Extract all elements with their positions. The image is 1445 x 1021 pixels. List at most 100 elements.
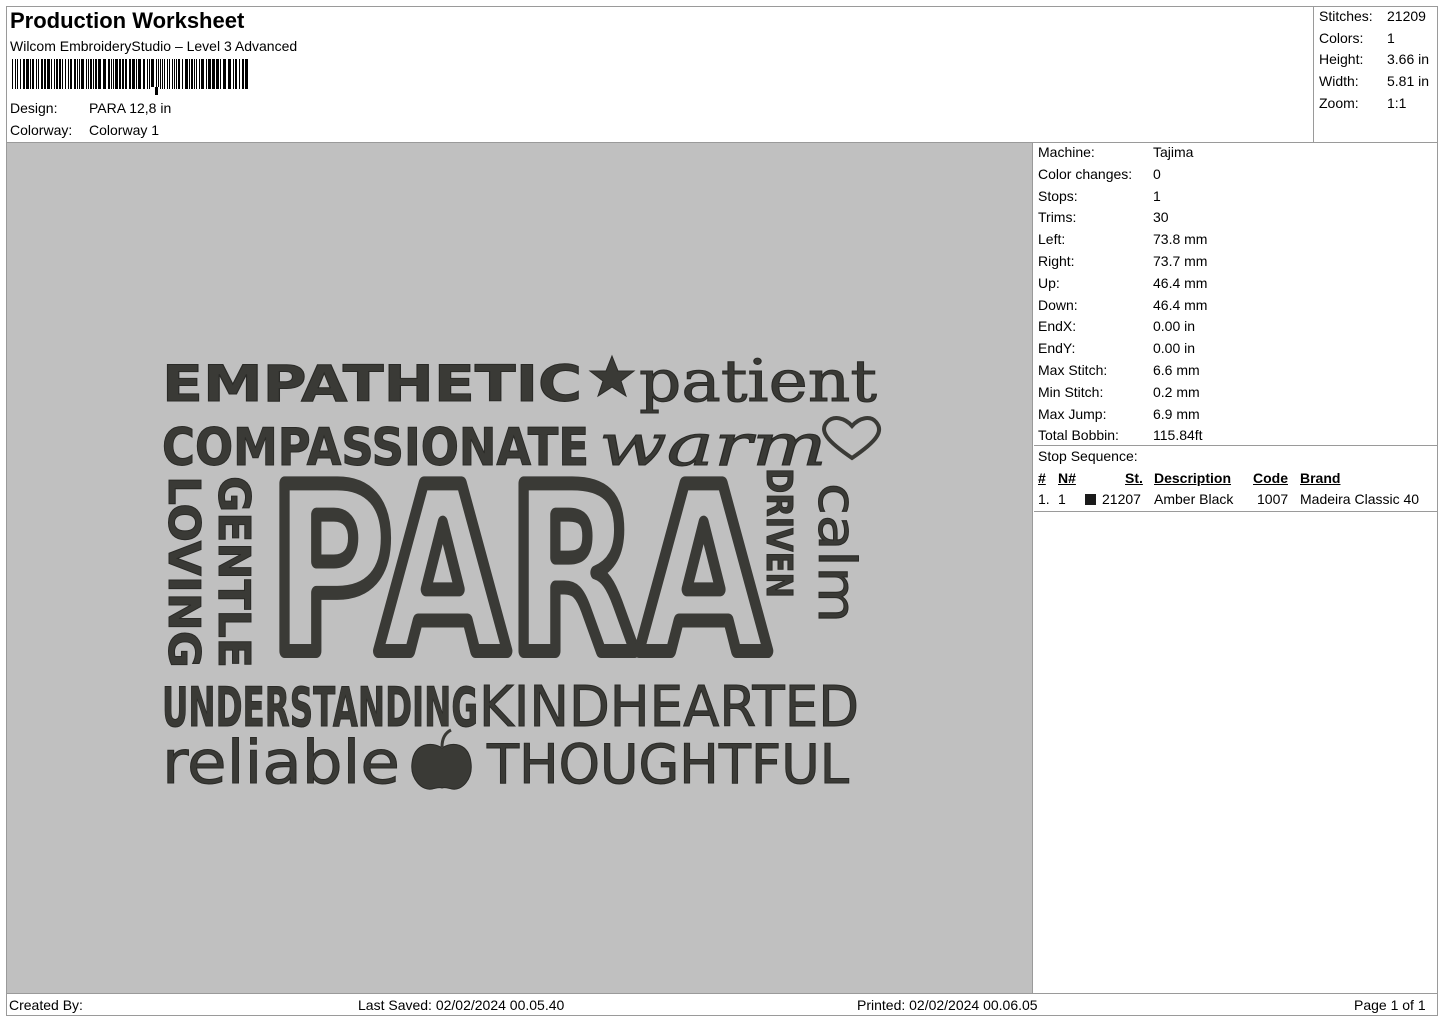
machine-info-label: EndY:	[1038, 340, 1076, 357]
machine-info-row: Stops: 1	[1038, 188, 1161, 204]
machine-info-panel: Machine: Tajima Color changes: 0 Stops: 1 Trim…	[1034, 143, 1438, 993]
machine-info-label: Max Jump:	[1038, 405, 1107, 422]
software-subtitle: Wilcom EmbroideryStudio – Level 3 Advanc…	[10, 38, 298, 54]
machine-info-row: Max Stitch: 6.6 mm	[1038, 362, 1200, 378]
cell-n: 1	[1058, 491, 1066, 507]
machine-info-value: 46.4 mm	[1153, 296, 1208, 313]
heart-icon	[822, 416, 882, 461]
stat-zoom: Zoom: 1:1	[1319, 95, 1406, 111]
last-saved: Last Saved: 02/02/2024 00.05.40	[358, 997, 565, 1013]
color-swatch	[1085, 494, 1096, 505]
column-header: St.	[1125, 470, 1143, 486]
colorway-value: Colorway 1	[89, 122, 160, 138]
machine-info-value: 6.9 mm	[1153, 405, 1200, 422]
machine-info-value: 115.84ft	[1153, 427, 1203, 444]
word-driven: DRIVEN	[758, 468, 799, 598]
stat-label: Width:	[1319, 73, 1359, 89]
machine-info-value: 6.6 mm	[1153, 362, 1200, 378]
barcode	[12, 59, 248, 95]
word-empathetic: EMPATHETIC	[162, 355, 582, 413]
stat-height: Height: 3.66 in	[1319, 51, 1429, 67]
machine-info-row: Left: 73.8 mm	[1038, 231, 1207, 247]
stop-sequence-title: Stop Sequence:	[1038, 448, 1138, 464]
machine-info-row: Machine: Tajima	[1038, 144, 1193, 160]
word-gentle: GENTLE	[208, 476, 259, 668]
machine-info-label: EndX:	[1038, 318, 1077, 335]
word-thoughtful: THOUGHTFUL	[486, 733, 849, 796]
word-calm: calm	[806, 483, 866, 623]
stat-value: 1:1	[1387, 95, 1407, 111]
cell-stitches: 21207	[1102, 491, 1141, 507]
stat-colors: Colors: 1	[1319, 30, 1395, 46]
machine-info-value: 0.2 mm	[1153, 383, 1200, 400]
stat-label: Height:	[1319, 51, 1364, 67]
design-value: PARA 12,8 in	[89, 100, 172, 116]
design-row: Design: PARA 12,8 in	[10, 100, 171, 116]
machine-info-value: Tajima	[1153, 144, 1194, 160]
word-para: PARA	[269, 439, 769, 706]
machine-info-value: 73.7 mm	[1153, 253, 1208, 269]
machine-info-label: Min Stitch:	[1038, 383, 1104, 400]
machine-info-row: EndY: 0.00 in	[1038, 340, 1195, 356]
machine-info-row: Min Stitch: 0.2 mm	[1038, 384, 1200, 400]
machine-info-label: Stops:	[1038, 187, 1078, 204]
word-loving: LOVING	[158, 476, 209, 668]
stat-stitches: Stitches: 21209	[1319, 8, 1426, 24]
stat-value: 21209	[1387, 8, 1426, 24]
machine-info-value: 0	[1153, 165, 1161, 182]
worksheet-footer: Created By: Last Saved: 02/02/2024 00.05…	[6, 993, 1438, 1016]
column-header: N#	[1058, 470, 1076, 486]
machine-info-row: EndX: 0.00 in	[1038, 318, 1195, 334]
page-title: Production Worksheet	[10, 8, 245, 33]
column-header: #	[1038, 470, 1046, 486]
machine-info-value: 0.00 in	[1153, 318, 1196, 335]
machine-info-row: Right: 73.7 mm	[1038, 253, 1207, 269]
stat-value: 1	[1387, 30, 1395, 46]
star-icon	[588, 354, 636, 398]
stat-label: Stitches:	[1319, 8, 1373, 24]
stat-label: Colors:	[1319, 30, 1364, 46]
machine-info-value: 73.8 mm	[1153, 231, 1208, 248]
cell-description: Amber Black	[1154, 491, 1234, 507]
machine-info-value: 0.00 in	[1153, 340, 1196, 357]
machine-info-label: Left:	[1038, 231, 1066, 248]
stat-label: Zoom:	[1319, 95, 1359, 111]
machine-info-label: Trims:	[1038, 209, 1077, 226]
machine-info-label: Total Bobbin:	[1038, 427, 1119, 444]
divider	[1034, 445, 1438, 446]
colorway-label: Colorway:	[10, 122, 73, 138]
embroidery-artwork: EMPATHETIC patient COMPASSIONATE warm LO…	[158, 347, 882, 799]
machine-info-value: 1	[1153, 187, 1161, 204]
machine-info-label: Up:	[1038, 274, 1060, 291]
machine-info-row: Total Bobbin: 115.84ft	[1038, 427, 1203, 443]
machine-info-value: 46.4 mm	[1153, 274, 1208, 291]
machine-info-label: Machine:	[1038, 144, 1095, 160]
machine-info-label: Right:	[1038, 253, 1075, 269]
cell-code: 1007	[1257, 491, 1289, 507]
cell-num: 1.	[1038, 491, 1050, 507]
machine-info-row: Up: 46.4 mm	[1038, 275, 1207, 291]
machine-info-value: 30	[1153, 209, 1169, 226]
page-number: Page 1 of 1	[1354, 997, 1426, 1013]
stat-value: 5.81 in	[1387, 73, 1430, 89]
stats-box: Stitches: 21209 Colors: 1 Height: 3.66 in W…	[1314, 6, 1438, 143]
machine-info-row: Trims: 30	[1038, 209, 1169, 225]
machine-info-label: Color changes:	[1038, 165, 1133, 182]
design-label: Design:	[10, 100, 58, 116]
column-header: Code	[1253, 470, 1288, 486]
machine-info-row: Down: 46.4 mm	[1038, 297, 1207, 313]
design-preview: EMPATHETIC patient COMPASSIONATE warm LO…	[7, 143, 1033, 993]
created-by: Created By:	[9, 997, 83, 1013]
divider	[1034, 511, 1438, 512]
stat-width: Width: 5.81 in	[1319, 73, 1429, 89]
machine-info-row: Color changes: 0	[1038, 166, 1161, 182]
cell-brand: Madeira Classic 40	[1300, 491, 1420, 507]
word-reliable: reliable	[162, 728, 400, 798]
machine-info-label: Down:	[1038, 296, 1078, 313]
stat-value: 3.66 in	[1387, 51, 1430, 67]
word-kindhearted: KINDHEARTED	[479, 675, 859, 740]
colorway-row: Colorway: Colorway 1	[10, 122, 159, 138]
machine-info-label: Max Stitch:	[1038, 362, 1108, 378]
column-header: Description	[1154, 470, 1232, 486]
printed-date: Printed: 02/02/2024 00.06.05	[857, 997, 1038, 1013]
